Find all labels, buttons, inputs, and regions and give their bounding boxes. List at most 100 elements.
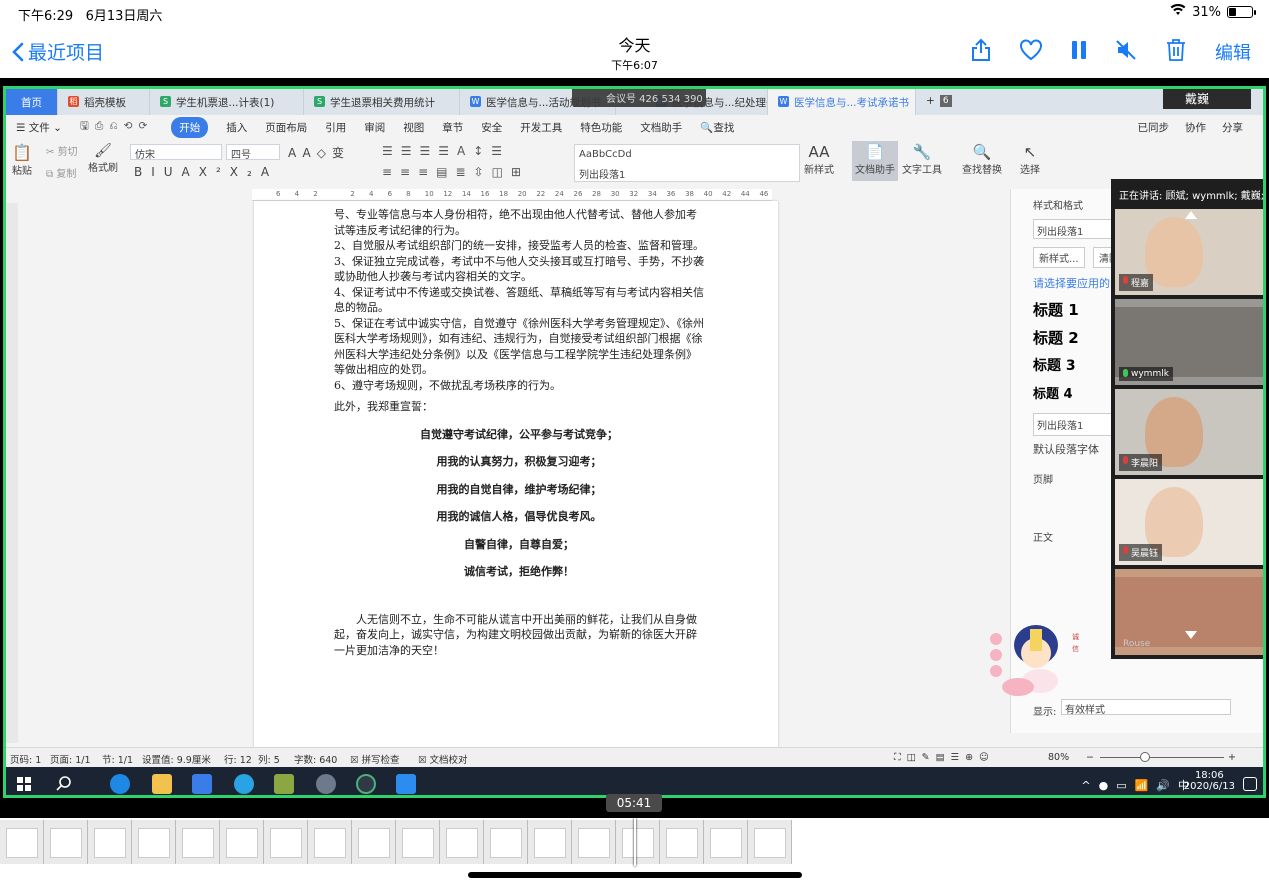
participant-tile[interactable]: 李晨阳 xyxy=(1115,389,1263,475)
new-style-link[interactable]: 新样式... xyxy=(1033,247,1085,268)
quick-access-icons[interactable]: 🖫⎙⎌⟲⟳ xyxy=(80,118,153,136)
zoom-slider[interactable] xyxy=(1100,757,1224,758)
document-page[interactable]: 号、专业等信息与本人身份相符，绝不出现由他人代替考试、替他人参加考试等违反考试纪… xyxy=(254,201,778,761)
menu-layout[interactable]: 页面布局 xyxy=(265,120,307,135)
font-size-tools[interactable]: AA◇变 xyxy=(288,144,350,161)
filmstrip-frame[interactable] xyxy=(88,820,132,864)
copy-button[interactable]: ⧉ 复制 xyxy=(46,165,76,180)
show-style-select[interactable]: 有效样式 xyxy=(1061,699,1231,716)
collab-button[interactable]: 协作 xyxy=(1185,120,1206,135)
font-format-tools[interactable]: BIUAX²X₂A xyxy=(134,165,278,179)
meeting-id-float[interactable]: 会议号 426 534 390 xyxy=(572,89,706,107)
style-footer[interactable]: 页脚 xyxy=(1033,471,1053,486)
filmstrip-frame[interactable] xyxy=(176,820,220,864)
filmstrip-frame[interactable] xyxy=(748,820,792,864)
paste-button[interactable]: 📋 粘贴 xyxy=(12,143,32,177)
chat-app-icon[interactable] xyxy=(356,774,376,794)
style-heading-2[interactable]: 标题 2 xyxy=(1033,327,1079,348)
trash-icon[interactable] xyxy=(1165,38,1187,66)
menu-features[interactable]: 特色功能 xyxy=(580,120,622,135)
ie-browser-icon[interactable] xyxy=(234,774,254,794)
notification-icon[interactable] xyxy=(1243,777,1257,791)
menu-doc-helper[interactable]: 文档助手 xyxy=(640,120,682,135)
tab-sheet-2[interactable]: S 学生退票相关费用统计 xyxy=(304,89,460,115)
style-gallery[interactable]: AaBbCcDd 列出段落1 xyxy=(574,144,800,182)
filmstrip-frame[interactable] xyxy=(484,820,528,864)
menu-find[interactable]: 🔍查找 xyxy=(700,120,734,135)
paragraph-align-tools[interactable]: ≡≡≡▤≣⇳◫⊞ xyxy=(382,165,529,179)
share-button[interactable]: 分享 xyxy=(1222,120,1243,135)
filmstrip-frame[interactable] xyxy=(0,820,44,864)
share-icon[interactable] xyxy=(971,38,991,66)
participant-tile[interactable]: wymmlk xyxy=(1115,299,1263,385)
select-button[interactable]: ↖ 选择 xyxy=(1020,143,1040,176)
view-mode-icons[interactable]: ⛶◫✎▤☰⊕☺ xyxy=(894,752,995,763)
media-app-icon[interactable] xyxy=(316,774,336,794)
pause-icon[interactable] xyxy=(1071,40,1087,64)
wps-writer-icon[interactable] xyxy=(192,774,212,794)
sync-status[interactable]: 已同步 xyxy=(1138,120,1170,135)
hamburger-icon[interactable]: ☰ 文件 ⌄ xyxy=(16,120,62,135)
participant-tile[interactable]: 程嘉 xyxy=(1115,209,1263,295)
filmstrip-frame[interactable] xyxy=(572,820,616,864)
filmstrip-frame[interactable] xyxy=(308,820,352,864)
format-painter-button[interactable]: 🖌 格式刷 xyxy=(88,143,118,174)
tab-docer-templates[interactable]: 稻稻壳模板 xyxy=(58,89,150,115)
zoom-slider-thumb[interactable] xyxy=(1140,752,1150,762)
zoom-in-button[interactable]: + xyxy=(1228,752,1236,763)
current-style-field[interactable]: 列出段落1 xyxy=(1033,219,1113,239)
mute-icon[interactable] xyxy=(1115,39,1137,65)
font-size-select[interactable]: 四号 xyxy=(226,144,280,161)
filmstrip-frame[interactable] xyxy=(660,820,704,864)
style-list-paragraph[interactable]: 列出段落1 xyxy=(1033,413,1117,436)
heart-icon[interactable] xyxy=(1019,39,1043,65)
filmstrip-frame[interactable] xyxy=(528,820,572,864)
file-explorer-icon[interactable] xyxy=(152,774,172,794)
menu-review[interactable]: 审阅 xyxy=(364,120,385,135)
tab-home[interactable]: 首页 xyxy=(6,89,58,115)
edit-button[interactable]: 编辑 xyxy=(1215,39,1251,65)
zoom-level[interactable]: 80% xyxy=(1048,752,1069,763)
horizontal-ruler[interactable]: 6 4 2 2 4 6 8 10 12 14 16 18 20 22 24 26 28 30 32 34 36 38 40 4… xyxy=(252,189,772,201)
menu-start[interactable]: 开始 xyxy=(171,116,209,138)
menu-security[interactable]: 安全 xyxy=(481,120,502,135)
style-heading-4[interactable]: 标题 4 xyxy=(1033,383,1073,402)
zoom-out-button[interactable]: − xyxy=(1086,752,1094,763)
filmstrip-frame[interactable] xyxy=(704,820,748,864)
filmstrip-frame[interactable] xyxy=(352,820,396,864)
spell-check-button[interactable]: ☒ 拼写检查 xyxy=(350,752,400,766)
scroll-up-icon[interactable] xyxy=(1185,211,1197,219)
menu-developer[interactable]: 开发工具 xyxy=(520,120,562,135)
style-default-font[interactable]: 默认段落字体 xyxy=(1033,441,1099,457)
style-heading-3[interactable]: 标题 3 xyxy=(1033,355,1076,375)
edge-browser-icon[interactable] xyxy=(110,774,130,794)
filmstrip-frame[interactable] xyxy=(44,820,88,864)
home-indicator[interactable] xyxy=(468,872,802,878)
participant-tile[interactable]: Rouse xyxy=(1115,569,1263,655)
taskbar-search-icon[interactable] xyxy=(54,774,74,794)
tab-sheet-1[interactable]: S 学生机票退...计表(1) xyxy=(150,89,304,115)
filmstrip-frame[interactable] xyxy=(616,820,660,864)
filmstrip-frame[interactable] xyxy=(440,820,484,864)
cut-button[interactable]: ✂ 剪切 xyxy=(46,143,78,158)
menu-chapter[interactable]: 章节 xyxy=(442,120,463,135)
taskbar-clock[interactable]: 18:06 2020/6/13 xyxy=(1184,770,1235,792)
menu-references[interactable]: 引用 xyxy=(325,120,346,135)
scrubber-playhead[interactable] xyxy=(634,818,636,866)
filmstrip-frame[interactable] xyxy=(220,820,264,864)
system-tray-icons[interactable]: ^●▭📶🔊中 xyxy=(1081,777,1197,793)
style-heading-1[interactable]: 标题 1 xyxy=(1033,299,1079,320)
vertical-ruler[interactable] xyxy=(6,203,18,743)
filmstrip-frame[interactable] xyxy=(132,820,176,864)
doc-helper-button[interactable]: 📄 文档助手 xyxy=(852,141,898,181)
windows-start-icon[interactable] xyxy=(14,774,34,794)
new-style-button[interactable]: AA 新样式 xyxy=(804,143,834,176)
menu-view[interactable]: 视图 xyxy=(403,120,424,135)
text-tools-button[interactable]: 🔧 文字工具 xyxy=(902,143,942,176)
style-body[interactable]: 正文 xyxy=(1033,529,1053,544)
proofread-button[interactable]: ☒ 文档校对 xyxy=(418,752,468,766)
participant-tile[interactable]: 吴晨钰 xyxy=(1115,479,1263,565)
menu-insert[interactable]: 插入 xyxy=(226,120,247,135)
tencent-meeting-icon[interactable] xyxy=(396,774,416,794)
find-replace-button[interactable]: 🔍 查找替换 xyxy=(962,143,1002,176)
